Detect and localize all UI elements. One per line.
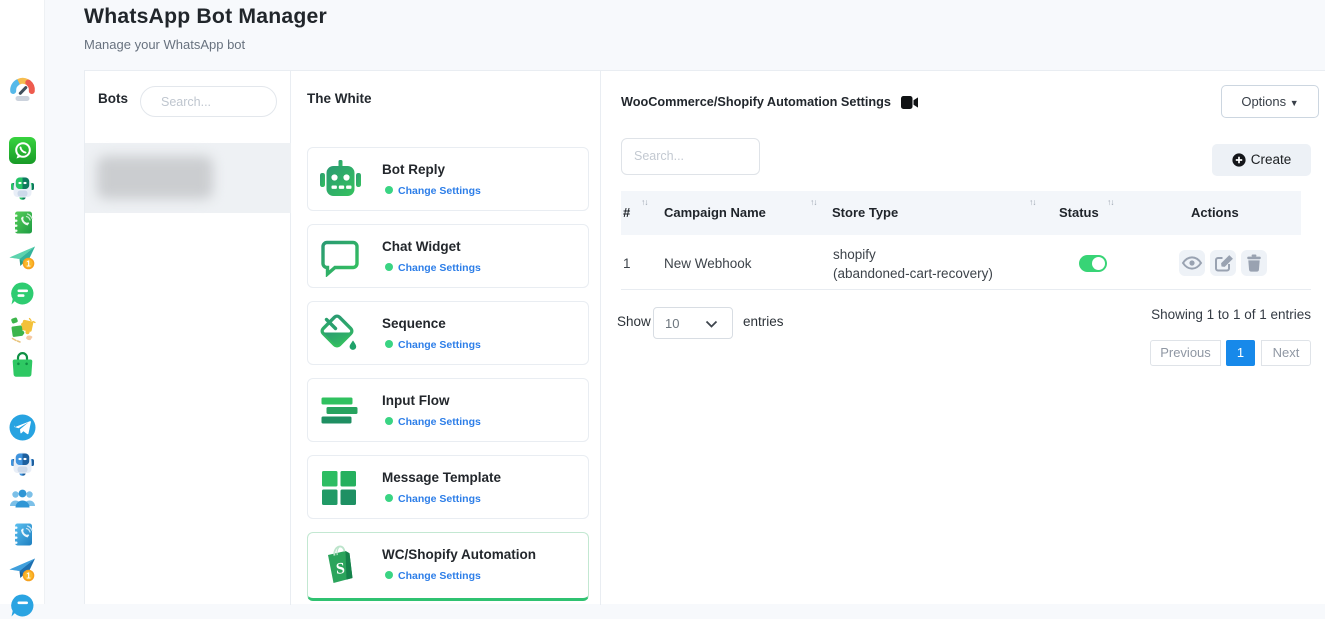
svg-text:S: S	[335, 560, 345, 578]
svg-text:1: 1	[26, 571, 31, 580]
svg-text:1: 1	[26, 259, 31, 268]
